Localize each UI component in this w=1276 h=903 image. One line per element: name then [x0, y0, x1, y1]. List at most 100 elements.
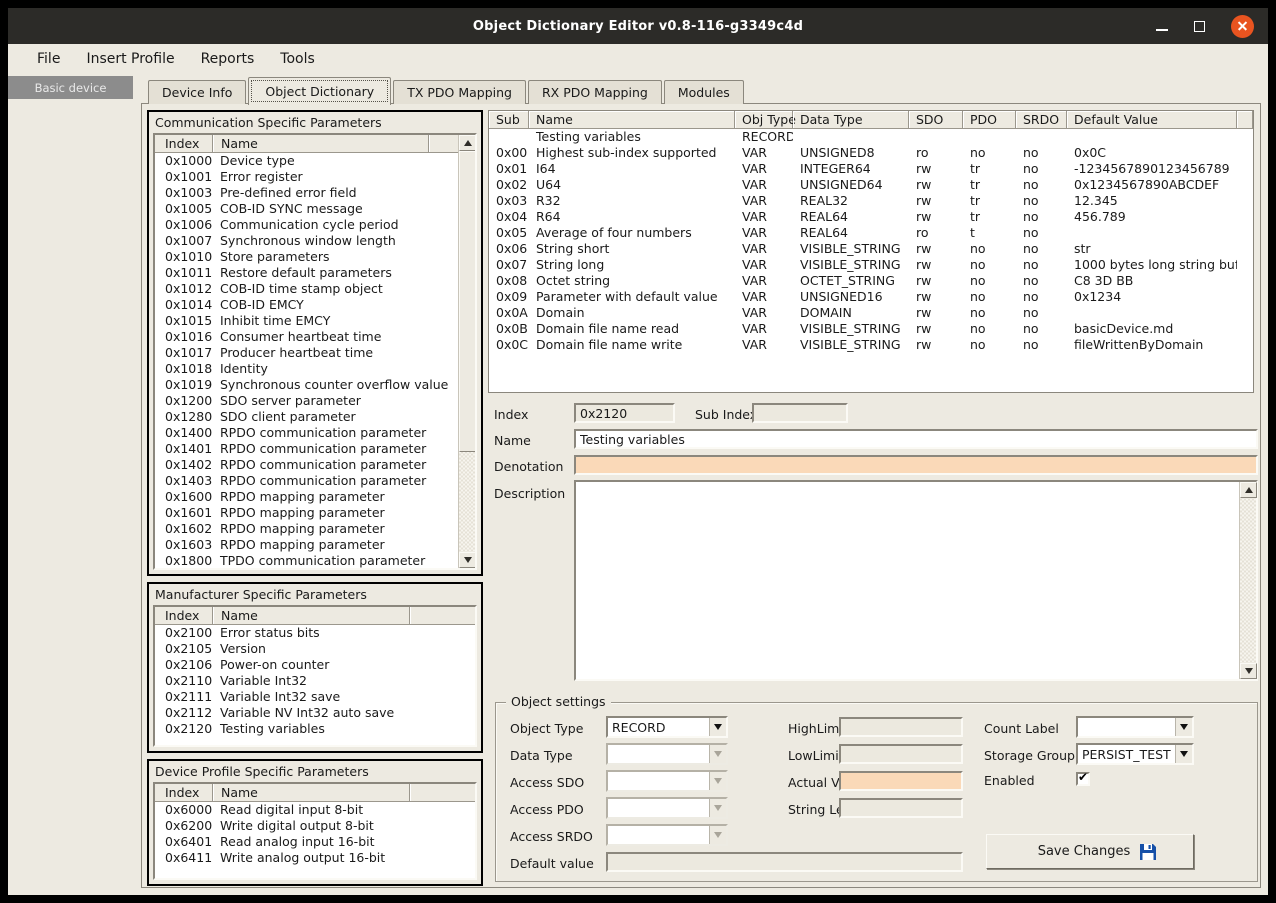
- menu-item-insert-profile[interactable]: Insert Profile: [73, 47, 187, 71]
- access-srdo-select[interactable]: [606, 824, 728, 846]
- list-item[interactable]: 0x1001Error register: [155, 169, 458, 185]
- list-item[interactable]: 0x1402RPDO communication parameter: [155, 457, 458, 473]
- list-item[interactable]: 0x2105Version: [155, 641, 475, 657]
- list-item[interactable]: 0x1200SDO server parameter: [155, 393, 458, 409]
- list-item[interactable]: 0x1019Synchronous counter overflow value: [155, 377, 458, 393]
- list-item[interactable]: 0x1014COB-ID EMCY: [155, 297, 458, 313]
- column-header-index[interactable]: Index: [155, 607, 212, 624]
- column-header-index[interactable]: Index: [155, 784, 212, 801]
- list-item[interactable]: 0x1603RPDO mapping parameter: [155, 537, 458, 553]
- list-item[interactable]: 0x1401RPDO communication parameter: [155, 441, 458, 457]
- table-row[interactable]: 0x08Octet stringVAROCTET_STRINGrwnonoC8 …: [489, 273, 1253, 289]
- table-row[interactable]: 0x01I64VARINTEGER64rwtrno-12345678901234…: [489, 161, 1253, 177]
- list-item[interactable]: 0x2110Variable Int32: [155, 673, 475, 689]
- menu-item-tools[interactable]: Tools: [267, 47, 328, 71]
- list-item[interactable]: 0x1602RPDO mapping parameter: [155, 521, 458, 537]
- table-column-header-srdo[interactable]: SRDO: [1016, 111, 1067, 129]
- chevron-down-icon[interactable]: [1175, 718, 1192, 736]
- menu-item-reports[interactable]: Reports: [188, 47, 268, 71]
- list-item[interactable]: 0x2112Variable NV Int32 auto save: [155, 705, 475, 721]
- list-item[interactable]: 0x1017Producer heartbeat time: [155, 345, 458, 361]
- list-item[interactable]: 0x1016Consumer heartbeat time: [155, 329, 458, 345]
- enabled-checkbox[interactable]: ✔: [1076, 772, 1090, 786]
- list-item[interactable]: 0x1003Pre-defined error field: [155, 185, 458, 201]
- table-row[interactable]: 0x05Average of four numbersVARREAL64rotn…: [489, 225, 1253, 241]
- list-item[interactable]: 0x1006Communication cycle period: [155, 217, 458, 233]
- list-item[interactable]: 0x2111Variable Int32 save: [155, 689, 475, 705]
- scrollbar-down-icon[interactable]: [459, 552, 476, 568]
- list-item[interactable]: 0x1601RPDO mapping parameter: [155, 505, 458, 521]
- table-row[interactable]: 0x02U64VARUNSIGNED64rwtrno0x1234567890AB…: [489, 177, 1253, 193]
- minimize-icon[interactable]: [1156, 29, 1168, 31]
- table-column-header-data-type[interactable]: Data Type: [793, 111, 909, 129]
- storage-group-select[interactable]: PERSIST_TEST: [1076, 743, 1194, 765]
- close-icon[interactable]: [1231, 15, 1254, 38]
- description-scrollbar[interactable]: [1239, 482, 1256, 679]
- column-header-name[interactable]: Name: [212, 784, 409, 801]
- maximize-icon[interactable]: [1194, 21, 1205, 32]
- tab-tx-pdo-mapping[interactable]: TX PDO Mapping: [393, 80, 526, 104]
- tab-device-info[interactable]: Device Info: [148, 80, 246, 104]
- default-value-field[interactable]: [606, 852, 963, 872]
- sidebar-item-basic-device[interactable]: Basic device: [8, 76, 133, 99]
- data-type-select[interactable]: [606, 743, 728, 765]
- actual-value-field[interactable]: [839, 771, 963, 791]
- list-item[interactable]: 0x1005COB-ID SYNC message: [155, 201, 458, 217]
- list-item[interactable]: 0x1600RPDO mapping parameter: [155, 489, 458, 505]
- low-limit-field[interactable]: [839, 744, 963, 764]
- list-item[interactable]: 0x1400RPDO communication parameter: [155, 425, 458, 441]
- menu-item-file[interactable]: File: [24, 47, 73, 71]
- titlebar[interactable]: Object Dictionary Editor v0.8-116-g3349c…: [8, 8, 1268, 44]
- name-field[interactable]: [574, 429, 1258, 449]
- description-field[interactable]: [576, 482, 1239, 679]
- table-row[interactable]: 0x06String shortVARVISIBLE_STRINGrwnonos…: [489, 241, 1253, 257]
- scrollbar-thumb[interactable]: [459, 151, 476, 452]
- list-item[interactable]: 0x2120Testing variables: [155, 721, 475, 737]
- table-row[interactable]: 0x0BDomain file name readVARVISIBLE_STRI…: [489, 321, 1253, 337]
- index-field[interactable]: [574, 403, 675, 423]
- tab-rx-pdo-mapping[interactable]: RX PDO Mapping: [528, 80, 662, 104]
- table-column-header-pdo[interactable]: PDO: [963, 111, 1016, 129]
- table-column-header-sdo[interactable]: SDO: [909, 111, 963, 129]
- scrollbar-up-icon[interactable]: [459, 135, 476, 151]
- table-row[interactable]: 0x04R64VARREAL64rwtrno456.789: [489, 209, 1253, 225]
- table-row[interactable]: Testing variablesRECORD: [489, 129, 1253, 145]
- list-item[interactable]: 0x2100Error status bits: [155, 625, 475, 641]
- table-column-header-obj-type[interactable]: Obj Type: [735, 111, 793, 129]
- list-item[interactable]: 0x1007Synchronous window length: [155, 233, 458, 249]
- list-item[interactable]: 0x1012COB-ID time stamp object: [155, 281, 458, 297]
- table-column-header-default-value[interactable]: Default Value: [1067, 111, 1237, 129]
- table-row[interactable]: 0x09Parameter with default valueVARUNSIG…: [489, 289, 1253, 305]
- table-row[interactable]: 0x07String longVARVISIBLE_STRINGrwnono10…: [489, 257, 1253, 273]
- table-row[interactable]: 0x00Highest sub-index supportedVARUNSIGN…: [489, 145, 1253, 161]
- list-item[interactable]: 0x6401Read analog input 16-bit: [155, 834, 475, 850]
- list-item[interactable]: 0x1018Identity: [155, 361, 458, 377]
- table-row[interactable]: 0x03R32VARREAL32rwtrno12.345: [489, 193, 1253, 209]
- list-item[interactable]: 0x6411Write analog output 16-bit: [155, 850, 475, 866]
- object-type-select[interactable]: RECORD: [606, 716, 728, 738]
- string-len-min-field[interactable]: [839, 798, 963, 818]
- table-column-header-sub[interactable]: Sub: [489, 111, 529, 129]
- list-item[interactable]: 0x1403RPDO communication parameter: [155, 473, 458, 489]
- communication-list-scrollbar[interactable]: [458, 135, 475, 568]
- list-item[interactable]: 0x1010Store parameters: [155, 249, 458, 265]
- list-item[interactable]: 0x1280SDO client parameter: [155, 409, 458, 425]
- table-row[interactable]: 0x0CDomain file name writeVARVISIBLE_STR…: [489, 337, 1253, 353]
- access-sdo-select[interactable]: [606, 770, 728, 792]
- scrollbar-down-icon[interactable]: [1240, 663, 1257, 679]
- list-item[interactable]: 0x6200Write digital output 8-bit: [155, 818, 475, 834]
- list-item[interactable]: 0x1800TPDO communication parameter: [155, 553, 458, 569]
- list-item[interactable]: 0x1015Inhibit time EMCY: [155, 313, 458, 329]
- denotation-field[interactable]: [574, 455, 1258, 475]
- tab-modules[interactable]: Modules: [664, 80, 744, 104]
- list-item[interactable]: 0x1000Device type: [155, 153, 458, 169]
- column-header-name[interactable]: Name: [212, 607, 409, 624]
- chevron-down-icon[interactable]: [1175, 745, 1192, 763]
- column-header-name[interactable]: Name: [212, 135, 428, 152]
- access-pdo-select[interactable]: [606, 797, 728, 819]
- table-row[interactable]: 0x0ADomainVARDOMAINrwnono: [489, 305, 1253, 321]
- scrollbar-up-icon[interactable]: [1240, 482, 1257, 498]
- tab-object-dictionary[interactable]: Object Dictionary: [248, 77, 391, 105]
- high-limit-field[interactable]: [839, 717, 963, 737]
- column-header-index[interactable]: Index: [155, 135, 212, 152]
